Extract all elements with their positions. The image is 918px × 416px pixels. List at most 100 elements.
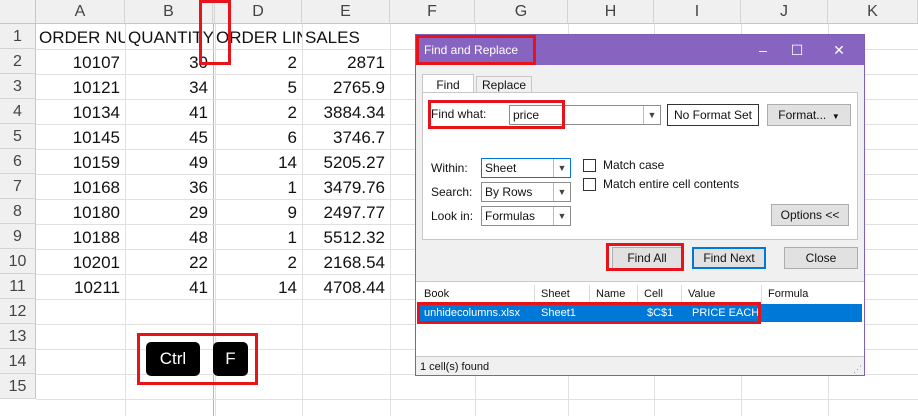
cell-b6[interactable]: 49 — [125, 150, 213, 175]
match-entire-checkbox[interactable] — [583, 178, 596, 191]
find-next-button[interactable]: Find Next — [692, 247, 766, 269]
column-header-e[interactable]: E — [302, 0, 390, 24]
row-header-14[interactable]: 14 — [0, 349, 36, 374]
chevron-down-icon[interactable]: ▼ — [553, 207, 570, 225]
results-header-cell[interactable]: Cell — [638, 285, 682, 303]
dialog-titlebar[interactable]: Find and Replace – ☐ ✕ — [416, 35, 864, 65]
find-what-input[interactable]: price ▼ — [509, 105, 661, 125]
cell-a11[interactable]: 10211 — [36, 275, 125, 300]
cell-e7[interactable]: 3479.76 — [302, 175, 390, 200]
cell-b3[interactable]: 34 — [125, 75, 213, 100]
results-header-formula[interactable]: Formula — [762, 285, 862, 303]
cell-a2[interactable]: 10107 — [36, 50, 125, 75]
cell-a5[interactable]: 10145 — [36, 125, 125, 150]
cell-d5[interactable]: 6 — [215, 125, 302, 150]
cell-d1[interactable]: ORDER LIN — [215, 25, 302, 50]
cell-b9[interactable]: 48 — [125, 225, 213, 250]
results-header-sheet[interactable]: Sheet — [535, 285, 590, 303]
tab-replace[interactable]: Replace — [476, 76, 532, 93]
row-header-9[interactable]: 9 — [0, 224, 36, 249]
look-in-select[interactable]: Formulas ▼ — [481, 206, 571, 226]
column-header-i[interactable]: I — [654, 0, 741, 24]
row-header-15[interactable]: 15 — [0, 374, 36, 399]
results-header-value[interactable]: Value — [682, 285, 762, 303]
cell-e2[interactable]: 2871 — [302, 50, 390, 75]
minimize-icon[interactable]: – — [746, 35, 780, 65]
chevron-down-icon[interactable]: ▼ — [643, 106, 660, 124]
cell-e8[interactable]: 2497.77 — [302, 200, 390, 225]
tab-find[interactable]: Find — [422, 74, 474, 93]
select-all-corner[interactable] — [0, 0, 36, 24]
cell-a9[interactable]: 10188 — [36, 225, 125, 250]
cell-b4[interactable]: 41 — [125, 100, 213, 125]
cell-d2[interactable]: 2 — [215, 50, 302, 75]
cell-b11[interactable]: 41 — [125, 275, 213, 300]
cell-d4[interactable]: 2 — [215, 100, 302, 125]
row-header-10[interactable]: 10 — [0, 249, 36, 274]
row-header-11[interactable]: 11 — [0, 274, 36, 299]
cell-a7[interactable]: 10168 — [36, 175, 125, 200]
cell-b2[interactable]: 30 — [125, 50, 213, 75]
cell-d3[interactable]: 5 — [215, 75, 302, 100]
cell-b8[interactable]: 29 — [125, 200, 213, 225]
close-icon[interactable]: ✕ — [822, 35, 856, 65]
cell-e10[interactable]: 2168.54 — [302, 250, 390, 275]
cell-e5[interactable]: 3746.7 — [302, 125, 390, 150]
cell-d11[interactable]: 14 — [215, 275, 302, 300]
column-header-j[interactable]: J — [741, 0, 828, 24]
search-select[interactable]: By Rows ▼ — [481, 182, 571, 202]
chevron-down-icon[interactable]: ▼ — [553, 183, 570, 201]
row-header-12[interactable]: 12 — [0, 299, 36, 324]
column-header-b[interactable]: B — [125, 0, 213, 24]
cell-d10[interactable]: 2 — [215, 250, 302, 275]
cell-d6[interactable]: 14 — [215, 150, 302, 175]
find-all-button[interactable]: Find All — [612, 247, 682, 269]
row-header-5[interactable]: 5 — [0, 124, 36, 149]
cell-d7[interactable]: 1 — [215, 175, 302, 200]
cell-e4[interactable]: 3884.34 — [302, 100, 390, 125]
match-case-checkbox[interactable] — [583, 159, 596, 172]
within-select[interactable]: Sheet ▼ — [481, 158, 571, 178]
results-header-name[interactable]: Name — [590, 285, 638, 303]
column-header-f[interactable]: F — [390, 0, 475, 24]
options-button[interactable]: Options << — [771, 204, 849, 226]
column-header-a[interactable]: A — [36, 0, 125, 24]
cell-b1[interactable]: QUANTITY — [125, 25, 213, 50]
resize-grip-icon[interactable]: ⋰ — [853, 364, 862, 374]
results-list[interactable]: Book Sheet Name Cell Value Formula unhid… — [416, 281, 864, 357]
cell-e1[interactable]: SALES — [302, 25, 390, 50]
row-header-4[interactable]: 4 — [0, 99, 36, 124]
row-header-2[interactable]: 2 — [0, 49, 36, 74]
row-header-3[interactable]: 3 — [0, 74, 36, 99]
chevron-down-icon[interactable]: ▼ — [553, 159, 570, 177]
cell-a10[interactable]: 10201 — [36, 250, 125, 275]
row-header-1[interactable]: 1 — [0, 24, 36, 49]
maximize-icon[interactable]: ☐ — [780, 35, 814, 65]
cell-a6[interactable]: 10159 — [36, 150, 125, 175]
cell-e6[interactable]: 5205.27 — [302, 150, 390, 175]
cell-a8[interactable]: 10180 — [36, 200, 125, 225]
cell-a4[interactable]: 10134 — [36, 100, 125, 125]
cell-b7[interactable]: 36 — [125, 175, 213, 200]
row-header-6[interactable]: 6 — [0, 149, 36, 174]
row-header-7[interactable]: 7 — [0, 174, 36, 199]
row-header-8[interactable]: 8 — [0, 199, 36, 224]
cell-e9[interactable]: 5512.32 — [302, 225, 390, 250]
close-button[interactable]: Close — [784, 247, 858, 269]
cell-d8[interactable]: 9 — [215, 200, 302, 225]
format-button[interactable]: Format... ▼ — [767, 104, 851, 126]
cell-b10[interactable]: 22 — [125, 250, 213, 275]
column-header-d[interactable]: D — [215, 0, 302, 24]
cell-a1[interactable]: ORDER NU — [36, 25, 125, 50]
cell-d9[interactable]: 1 — [215, 225, 302, 250]
column-header-k[interactable]: K — [828, 0, 918, 24]
cell-a3[interactable]: 10121 — [36, 75, 125, 100]
column-header-h[interactable]: H — [568, 0, 654, 24]
results-header-book[interactable]: Book — [418, 285, 535, 303]
row-header-13[interactable]: 13 — [0, 324, 36, 349]
cell-e11[interactable]: 4708.44 — [302, 275, 390, 300]
cell-b5[interactable]: 45 — [125, 125, 213, 150]
column-header-g[interactable]: G — [475, 0, 568, 24]
cell-e3[interactable]: 2765.9 — [302, 75, 390, 100]
result-row[interactable]: unhidecolumns.xlsx Sheet1 $C$1 PRICE EAC… — [418, 304, 862, 322]
